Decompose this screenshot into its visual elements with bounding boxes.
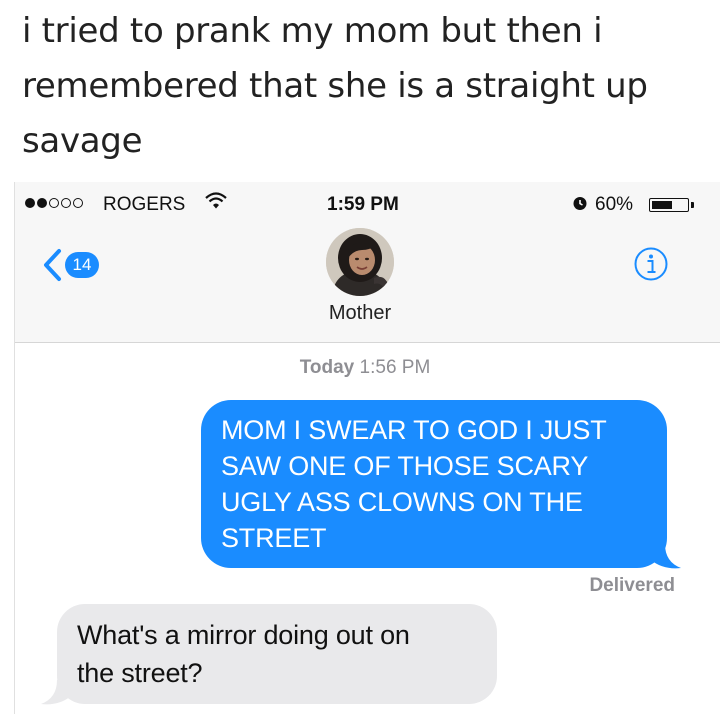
- battery-level-fill: [651, 200, 672, 209]
- thread-timestamp: Today 1:56 PM: [215, 357, 515, 379]
- battery-tip: [691, 202, 694, 208]
- avatar-photo: [326, 228, 394, 296]
- conversation-header: ROGERS 1:59 PM 60% 14 Mother: [15, 182, 720, 343]
- outgoing-bubble-tail: [651, 544, 681, 569]
- status-time: 1:59 PM: [327, 194, 399, 215]
- message-line: UGLY ASS CLOWNS ON THE: [221, 487, 583, 517]
- message-line: STREET: [221, 523, 327, 553]
- incoming-message-bubble[interactable]: What's a mirror doing out on the street?: [57, 604, 497, 704]
- back-button[interactable]: 14: [41, 248, 99, 282]
- timestamp-time: 1:56 PM: [359, 357, 431, 378]
- timestamp-day: Today: [299, 357, 355, 378]
- contact-name[interactable]: Mother: [260, 302, 460, 325]
- carrier-name: ROGERS: [103, 194, 186, 215]
- signal-dots-icon: [25, 198, 83, 208]
- battery-icon: [649, 198, 689, 212]
- messages-screen: ROGERS 1:59 PM 60% 14 Mother Today 1:56 …: [14, 182, 720, 714]
- alarm-clock-icon: [573, 197, 587, 210]
- message-line: MOM I SWEAR TO GOD I JUST: [221, 415, 607, 445]
- info-icon[interactable]: [633, 246, 669, 282]
- caption-line-1: i tried to prank my mom but then i: [22, 11, 603, 51]
- wifi-icon: [205, 192, 227, 209]
- meme-caption: i tried to prank my mom but then i remem…: [22, 4, 702, 169]
- caption-line-2: remembered that she is a straight up: [22, 66, 648, 106]
- back-chevron-icon: [44, 249, 61, 281]
- incoming-bubble-tail: [41, 680, 71, 705]
- caption-line-3: savage: [22, 121, 143, 161]
- message-line: What's a mirror doing out on: [77, 620, 410, 650]
- contact-avatar[interactable]: [326, 228, 394, 296]
- message-line: SAW ONE OF THOSE SCARY: [221, 451, 589, 481]
- message-line: the street?: [77, 658, 203, 688]
- delivery-status: Delivered: [589, 575, 675, 596]
- battery-percent: 60%: [595, 194, 634, 215]
- outgoing-message-bubble[interactable]: MOM I SWEAR TO GOD I JUST SAW ONE OF THO…: [201, 400, 667, 568]
- status-bar: ROGERS 1:59 PM 60%: [15, 182, 720, 228]
- unread-count-badge: 14: [65, 252, 99, 278]
